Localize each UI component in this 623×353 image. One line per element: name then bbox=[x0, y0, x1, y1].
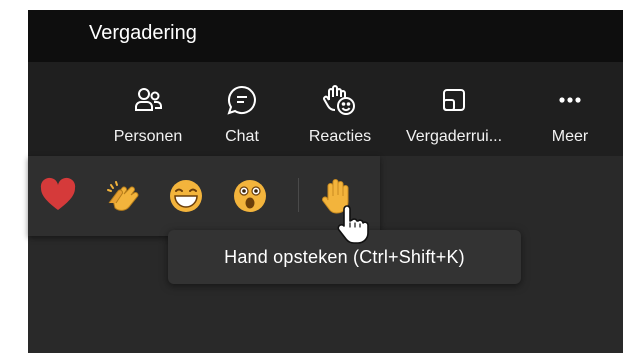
tooltip-text: Hand opsteken (Ctrl+Shift+K) bbox=[224, 246, 465, 267]
people-button[interactable]: Personen bbox=[108, 82, 188, 156]
reactions-label: Reacties bbox=[308, 128, 372, 145]
laughing-emoji-icon bbox=[170, 180, 202, 212]
heart-reaction-button[interactable] bbox=[38, 176, 78, 216]
reactions-flyout bbox=[28, 156, 380, 236]
more-label: Meer bbox=[551, 128, 589, 145]
surprised-reaction-button[interactable] bbox=[230, 176, 270, 216]
clapping-hands-emoji-icon bbox=[107, 181, 139, 211]
people-icon bbox=[130, 82, 166, 118]
people-label: Personen bbox=[113, 128, 183, 145]
hand-pointer-cursor-icon bbox=[337, 205, 369, 244]
meeting-room-label: Vergaderrui... bbox=[405, 128, 503, 145]
meeting-toolbar: Personen Chat Reacties Vergaderrui... Me… bbox=[28, 62, 623, 156]
laugh-reaction-button[interactable] bbox=[166, 176, 206, 216]
surprised-emoji-icon bbox=[234, 180, 266, 212]
chat-label: Chat bbox=[225, 128, 259, 145]
heart-emoji-icon bbox=[40, 177, 76, 210]
applause-reaction-button[interactable] bbox=[104, 176, 144, 216]
more-icon bbox=[552, 82, 588, 118]
chat-icon bbox=[224, 82, 260, 118]
meeting-room-button[interactable]: Vergaderrui... bbox=[396, 82, 512, 156]
meeting-room-icon bbox=[436, 82, 472, 118]
more-button[interactable]: Meer bbox=[542, 82, 598, 156]
window-title: Vergadering bbox=[89, 22, 197, 44]
chat-button[interactable]: Chat bbox=[220, 82, 264, 156]
title-bar: Vergadering bbox=[28, 10, 623, 62]
reactions-icon bbox=[322, 82, 358, 118]
reactions-divider bbox=[298, 178, 299, 212]
reactions-button[interactable]: Reacties bbox=[300, 82, 380, 156]
